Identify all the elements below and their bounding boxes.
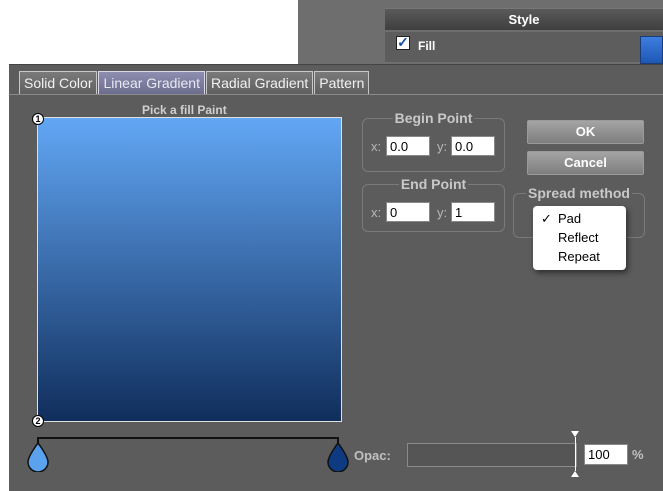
tab-divider [9,94,663,95]
fill-color-swatch[interactable] [640,36,663,64]
begin-point-handle[interactable]: 1 [32,113,44,125]
opacity-input[interactable] [584,444,628,465]
opacity-thumb-bottom-icon[interactable] [571,471,579,477]
opacity-slider-line [575,437,576,471]
gradient-preview[interactable] [37,117,342,422]
end-x-input[interactable] [386,202,430,222]
gradient-stop-start-icon[interactable] [26,442,50,472]
spread-option-label: Reflect [558,230,599,245]
spread-option-reflect[interactable]: Reflect [533,228,626,247]
opacity-slider-track[interactable] [407,443,577,467]
paint-type-tabs: Solid Color Linear Gradient Radial Gradi… [19,71,370,95]
style-panel-title: Style [385,8,663,30]
begin-y-label: y: [437,139,448,154]
dialog-left-edge [0,64,9,491]
spread-method-title: Spread method [526,185,632,201]
spread-option-label: Pad [558,211,582,226]
begin-x-input[interactable] [386,136,430,156]
spread-method-menu[interactable]: ✓ Pad Reflect Repeat [533,206,626,270]
begin-y-input[interactable] [451,136,495,156]
begin-point-title: Begin Point [392,110,475,126]
begin-point-group: Begin Point x: y: [362,110,505,172]
end-y-input[interactable] [451,202,495,222]
end-point-handle[interactable]: 2 [32,415,44,427]
opacity-thumb-top-icon[interactable] [571,431,579,437]
end-x-label: x: [371,205,382,220]
begin-x-label: x: [371,139,382,154]
spread-option-repeat[interactable]: Repeat [533,247,626,266]
gradient-stop-track [37,437,339,439]
fill-checkbox[interactable]: ✓ [396,35,410,50]
tab-solid-color[interactable]: Solid Color [19,71,98,95]
fill-label: Fill [418,39,436,53]
opacity-unit: % [632,447,644,462]
end-point-group: End Point x: y: [362,176,505,232]
tab-linear-gradient[interactable]: Linear Gradient [98,71,205,95]
ok-button[interactable]: OK [527,120,644,144]
spread-option-pad[interactable]: ✓ Pad [533,209,626,228]
end-y-label: y: [437,205,448,220]
preview-title: Pick a fill Paint [142,103,227,117]
tab-pattern[interactable]: Pattern [314,71,370,95]
gradient-stop-end-icon[interactable] [326,442,350,472]
checkmark-icon: ✓ [541,211,552,226]
opacity-label: Opac: [354,448,391,463]
cancel-button[interactable]: Cancel [527,151,644,175]
tab-radial-gradient[interactable]: Radial Gradient [206,71,314,95]
end-point-title: End Point [398,176,469,192]
spread-option-label: Repeat [558,249,600,264]
